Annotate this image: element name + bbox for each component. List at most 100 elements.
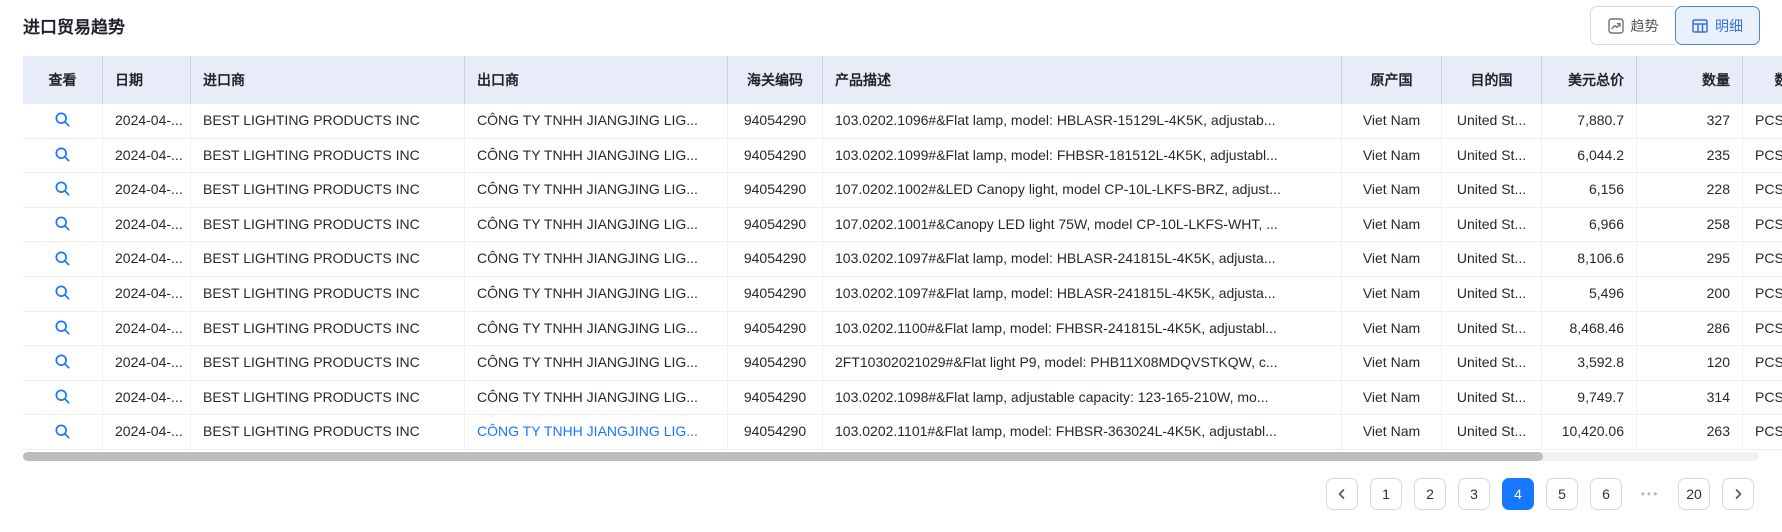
pagination-next-button[interactable]: [1722, 478, 1754, 510]
description-cell: 103.0202.1096#&Flat lamp, model: HBLASR-…: [823, 104, 1342, 138]
exporter-cell[interactable]: CÔNG TY TNHH JIANGJING LIG...: [465, 415, 728, 449]
origin-cell: Viet Nam: [1342, 277, 1442, 311]
trend-button[interactable]: 趋势: [1590, 6, 1675, 45]
importer-cell: BEST LIGHTING PRODUCTS INC: [191, 242, 465, 276]
pagination-page-20[interactable]: 20: [1678, 478, 1710, 510]
destination-cell: United St...: [1442, 381, 1542, 415]
pagination-page-6[interactable]: 6: [1590, 478, 1622, 510]
origin-cell: Viet Nam: [1342, 139, 1442, 173]
exporter-cell[interactable]: CÔNG TY TNHH JIANGJING LIG...: [465, 208, 728, 242]
hs_code-cell: 94054290: [728, 415, 823, 449]
detail-button-label: 明细: [1715, 16, 1743, 36]
origin-cell: Viet Nam: [1342, 381, 1442, 415]
trend-button-label: 趋势: [1631, 16, 1659, 36]
date-cell: 2024-04-...: [103, 312, 191, 346]
date-cell: 2024-04-...: [103, 208, 191, 242]
page-title: 进口贸易趋势: [23, 13, 125, 38]
importer-cell: BEST LIGHTING PRODUCTS INC: [191, 173, 465, 207]
hs_code-cell: 94054290: [728, 381, 823, 415]
quantity-cell: 235: [1637, 139, 1743, 173]
importer-cell: BEST LIGHTING PRODUCTS INC: [191, 381, 465, 415]
exporter-cell[interactable]: CÔNG TY TNHH JIANGJING LIG...: [465, 242, 728, 276]
quantity-cell: 327: [1637, 104, 1743, 138]
description-cell: 103.0202.1100#&Flat lamp, model: FHBSR-2…: [823, 312, 1342, 346]
exporter-cell[interactable]: CÔNG TY TNHH JIANGJING LIG...: [465, 346, 728, 380]
view-cell: [23, 104, 103, 138]
pagination-page-5[interactable]: 5: [1546, 478, 1578, 510]
magnifier-icon[interactable]: [52, 178, 74, 200]
date-cell: 2024-04-...: [103, 104, 191, 138]
table-row: 2024-04-...BEST LIGHTING PRODUCTS INCCÔN…: [23, 139, 1782, 174]
quantity-cell: 258: [1637, 208, 1743, 242]
exporter-cell[interactable]: CÔNG TY TNHH JIANGJING LIG...: [465, 277, 728, 311]
description-cell: 103.0202.1098#&Flat lamp, adjustable cap…: [823, 381, 1342, 415]
horizontal-scrollbar-thumb[interactable]: [23, 452, 1543, 461]
view-cell: [23, 139, 103, 173]
origin-cell: Viet Nam: [1342, 346, 1442, 380]
table-row: 2024-04-...BEST LIGHTING PRODUCTS INCCÔN…: [23, 104, 1782, 139]
origin-cell: Viet Nam: [1342, 173, 1442, 207]
horizontal-scrollbar-track[interactable]: [23, 452, 1759, 461]
magnifier-icon[interactable]: [52, 386, 74, 408]
importer-cell: BEST LIGHTING PRODUCTS INC: [191, 208, 465, 242]
destination-cell: United St...: [1442, 104, 1542, 138]
magnifier-icon[interactable]: [52, 213, 74, 235]
chevron-right-icon: [1732, 488, 1744, 500]
column-header-description: 产品描述: [823, 56, 1342, 104]
trade-records-table: 查看日期进口商出口商海关编码产品描述原产国目的国美元总价数量数量单位 2024-…: [23, 56, 1782, 450]
view-cell: [23, 346, 103, 380]
pagination-page-4[interactable]: 4: [1502, 478, 1534, 510]
quantity-cell: 286: [1637, 312, 1743, 346]
description-cell: 2FT10302021029#&Flat light P9, model: PH…: [823, 346, 1342, 380]
table-body: 2024-04-...BEST LIGHTING PRODUCTS INCCÔN…: [23, 104, 1782, 450]
usd_total-cell: 5,496: [1542, 277, 1637, 311]
magnifier-icon[interactable]: [52, 109, 74, 131]
magnifier-icon[interactable]: [52, 420, 74, 442]
magnifier-icon[interactable]: [52, 247, 74, 269]
pagination-page-1[interactable]: 1: [1370, 478, 1402, 510]
table-row: 2024-04-...BEST LIGHTING PRODUCTS INCCÔN…: [23, 208, 1782, 243]
view-cell: [23, 312, 103, 346]
origin-cell: Viet Nam: [1342, 208, 1442, 242]
unit-cell: PCS: [1743, 208, 1782, 242]
origin-cell: Viet Nam: [1342, 312, 1442, 346]
quantity-cell: 263: [1637, 415, 1743, 449]
usd_total-cell: 6,156: [1542, 173, 1637, 207]
destination-cell: United St...: [1442, 277, 1542, 311]
exporter-cell[interactable]: CÔNG TY TNHH JIANGJING LIG...: [465, 312, 728, 346]
pagination-page-2[interactable]: 2: [1414, 478, 1446, 510]
exporter-cell[interactable]: CÔNG TY TNHH JIANGJING LIG...: [465, 173, 728, 207]
magnifier-icon[interactable]: [52, 143, 74, 165]
table-header: 查看日期进口商出口商海关编码产品描述原产国目的国美元总价数量数量单位: [23, 56, 1782, 104]
magnifier-icon[interactable]: [52, 282, 74, 304]
description-cell: 103.0202.1101#&Flat lamp, model: FHBSR-3…: [823, 415, 1342, 449]
importer-cell: BEST LIGHTING PRODUCTS INC: [191, 139, 465, 173]
destination-cell: United St...: [1442, 139, 1542, 173]
detail-button[interactable]: 明细: [1675, 6, 1760, 45]
hs_code-cell: 94054290: [728, 173, 823, 207]
date-cell: 2024-04-...: [103, 381, 191, 415]
pagination-ellipsis[interactable]: •••: [1634, 478, 1666, 510]
exporter-cell[interactable]: CÔNG TY TNHH JIANGJING LIG...: [465, 381, 728, 415]
hs_code-cell: 94054290: [728, 242, 823, 276]
column-header-view: 查看: [23, 56, 103, 104]
unit-cell: PCS: [1743, 312, 1782, 346]
table-row: 2024-04-...BEST LIGHTING PRODUCTS INCCÔN…: [23, 312, 1782, 347]
column-header-importer: 进口商: [191, 56, 465, 104]
pagination-prev-button[interactable]: [1326, 478, 1358, 510]
column-header-date: 日期: [103, 56, 191, 104]
pagination-page-3[interactable]: 3: [1458, 478, 1490, 510]
exporter-cell[interactable]: CÔNG TY TNHH JIANGJING LIG...: [465, 104, 728, 138]
quantity-cell: 228: [1637, 173, 1743, 207]
exporter-cell[interactable]: CÔNG TY TNHH JIANGJING LIG...: [465, 139, 728, 173]
importer-cell: BEST LIGHTING PRODUCTS INC: [191, 104, 465, 138]
destination-cell: United St...: [1442, 346, 1542, 380]
magnifier-icon[interactable]: [52, 351, 74, 373]
usd_total-cell: 3,592.8: [1542, 346, 1637, 380]
date-cell: 2024-04-...: [103, 415, 191, 449]
date-cell: 2024-04-...: [103, 173, 191, 207]
unit-cell: PCS: [1743, 104, 1782, 138]
hs_code-cell: 94054290: [728, 139, 823, 173]
magnifier-icon[interactable]: [52, 316, 74, 338]
destination-cell: United St...: [1442, 312, 1542, 346]
